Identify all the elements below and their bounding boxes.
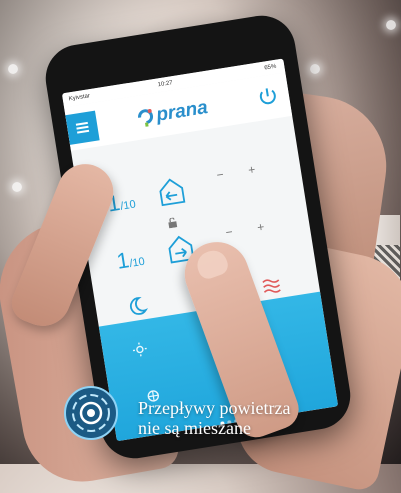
light-particle [386, 20, 396, 30]
night-mode-icon[interactable] [125, 294, 150, 319]
intake-plus-button[interactable]: + [247, 162, 256, 177]
battery: 65% [263, 63, 277, 72]
menu-button[interactable] [65, 110, 100, 145]
brand-name: prana [154, 97, 210, 126]
fan-intake-icon [159, 178, 186, 207]
sun-icon[interactable] [132, 341, 148, 357]
light-particle [8, 64, 18, 74]
prana-logo-icon [138, 109, 154, 127]
heater-icon[interactable] [259, 273, 284, 298]
power-icon[interactable] [255, 84, 280, 109]
airflow-badge-icon [64, 386, 118, 440]
exhaust-minus-button[interactable]: − [225, 225, 234, 240]
caption: Przepływy powietrza nie są mieszane [138, 398, 290, 438]
caption-line-1: Przepływy powietrza [138, 398, 291, 418]
exhaust-plus-button[interactable]: + [256, 220, 265, 235]
intake-minus-button[interactable]: − [215, 167, 224, 182]
logo: prana [135, 97, 209, 130]
light-particle [310, 64, 320, 74]
carrier: Kyivstar [68, 93, 91, 103]
caption-line-2: nie są mieszane [138, 418, 251, 438]
exhaust-speed: 1/10 [114, 247, 146, 274]
light-particle [12, 182, 22, 192]
clock: 10:27 [157, 80, 174, 89]
